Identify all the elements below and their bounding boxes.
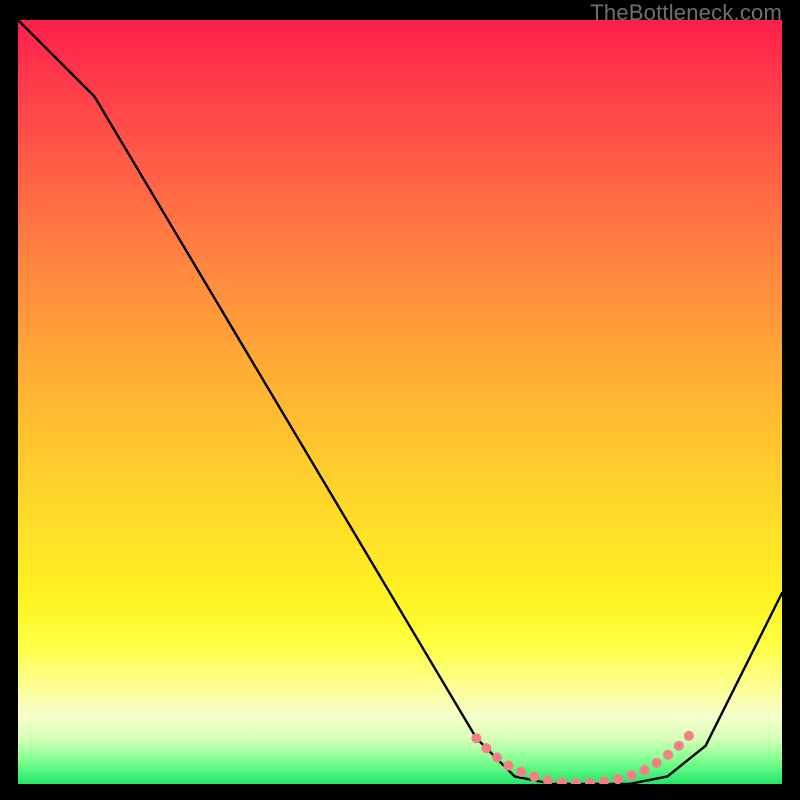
chart-marker-band <box>476 734 690 783</box>
watermark-text: TheBottleneck.com <box>590 0 782 26</box>
chart-main-curve <box>18 20 782 784</box>
chart-svg <box>18 20 782 784</box>
chart-plot-area <box>18 20 782 784</box>
